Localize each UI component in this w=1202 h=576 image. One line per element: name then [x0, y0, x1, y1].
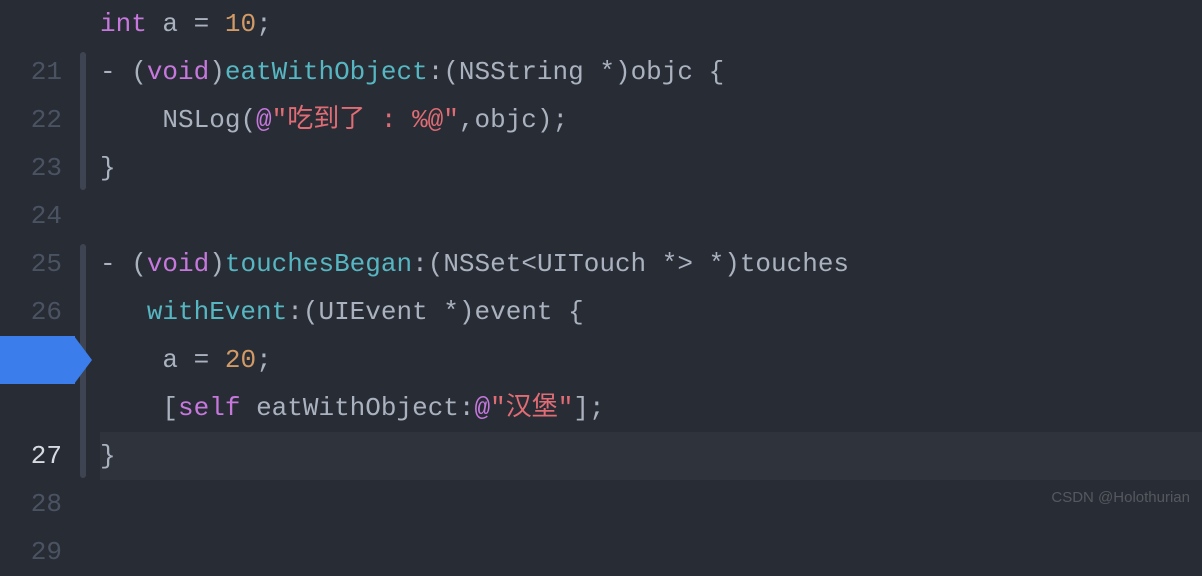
punct: ;: [256, 345, 272, 375]
code-line[interactable]: }: [100, 432, 1202, 480]
punct: (: [240, 105, 256, 135]
code-line[interactable]: NSLog(@"吃到了 : %@",objc);: [100, 96, 1202, 144]
string-literal: 吃到了 : %@: [287, 105, 443, 135]
self-keyword: self: [178, 393, 240, 423]
punct: ): [615, 57, 631, 87]
punct: (: [131, 57, 147, 87]
keyword: int: [100, 9, 147, 39]
string-quote: ": [558, 393, 574, 423]
punct: (: [443, 57, 459, 87]
method-name: touchesBegan: [225, 249, 412, 279]
line-number: 28: [0, 480, 62, 528]
identifier: objc: [475, 105, 537, 135]
code-line[interactable]: - (void)touchesBegan:(NSSet<UITouch *> *…: [100, 240, 1202, 288]
punct: ): [209, 249, 225, 279]
at-sign: @: [256, 105, 272, 135]
line-gutter: 20 21 22 23 24 25 26 27 28 29: [0, 0, 80, 518]
keyword: void: [147, 249, 209, 279]
line-number: 26: [0, 288, 62, 336]
punct: -: [100, 249, 131, 279]
punct: :: [412, 249, 428, 279]
punct: }: [100, 153, 116, 183]
number-literal: 10: [225, 9, 256, 39]
identifier: a: [147, 9, 194, 39]
punct: }: [100, 441, 116, 471]
line-number: 23: [0, 144, 62, 192]
code-line-breakpoint[interactable]: a = 20;: [100, 336, 1202, 384]
watermark-text: CSDN @Holothurian: [1051, 484, 1190, 512]
punct: ): [459, 297, 475, 327]
class-name: NSString: [459, 57, 599, 87]
operator: =: [194, 9, 210, 39]
method-call: eatWithObject: [256, 393, 459, 423]
fold-column: [80, 0, 92, 518]
identifier: a: [162, 345, 193, 375]
punct: ,: [459, 105, 475, 135]
punct: :: [428, 57, 444, 87]
line-number: 20: [0, 0, 62, 12]
line-number: 25: [0, 240, 62, 288]
punct: ): [209, 57, 225, 87]
number-literal: 20: [225, 345, 256, 375]
line-number: 29: [0, 528, 62, 576]
punct: (: [428, 249, 444, 279]
code-line[interactable]: - (void)eatWithObject:(NSString *)objc {: [100, 48, 1202, 96]
operator: *: [662, 249, 678, 279]
param-name: objc: [631, 57, 709, 87]
code-line-wrap[interactable]: withEvent:(UIEvent *)event {: [100, 288, 1202, 336]
punct: {: [709, 57, 725, 87]
param-name: event: [475, 297, 569, 327]
method-name: withEvent: [147, 297, 287, 327]
punct: ): [537, 105, 553, 135]
punct: [: [162, 393, 178, 423]
punct: ;: [553, 105, 569, 135]
code-area[interactable]: int a = 10; - (void)eatWithObject:(NSStr…: [92, 0, 1202, 518]
punct: :: [287, 297, 303, 327]
method-name: eatWithObject: [225, 57, 428, 87]
punct: ;: [589, 393, 605, 423]
operator: *: [599, 57, 615, 87]
operator: *: [443, 297, 459, 327]
punct: ]: [573, 393, 589, 423]
code-line[interactable]: [self eatWithObject:@"汉堡"];: [100, 384, 1202, 432]
code-editor[interactable]: 20 21 22 23 24 25 26 27 28 29 int a = 10…: [0, 0, 1202, 518]
code-line-empty[interactable]: [100, 192, 1202, 240]
punct: <: [521, 249, 537, 279]
line-number: 21: [0, 48, 62, 96]
keyword: void: [147, 57, 209, 87]
code-line[interactable]: int a = 10;: [100, 0, 1202, 48]
fold-marker[interactable]: [80, 52, 86, 190]
class-name: UITouch: [537, 249, 662, 279]
punct: :: [459, 393, 475, 423]
punct: (: [303, 297, 319, 327]
string-literal: 汉堡: [506, 393, 558, 423]
class-name: UIEvent: [318, 297, 443, 327]
punct: {: [568, 297, 584, 327]
punct: ;: [256, 9, 272, 39]
line-number: 22: [0, 96, 62, 144]
string-quote: ": [490, 393, 506, 423]
punct: (: [131, 249, 147, 279]
operator: =: [194, 345, 210, 375]
line-number: 24: [0, 192, 62, 240]
punct: -: [100, 57, 131, 87]
class-name: NSSet: [443, 249, 521, 279]
string-quote: ": [272, 105, 288, 135]
line-number-breakpoint[interactable]: 27: [0, 432, 62, 480]
punct: >: [677, 249, 708, 279]
at-sign: @: [475, 393, 491, 423]
punct: ): [724, 249, 740, 279]
string-quote: ": [443, 105, 459, 135]
code-line[interactable]: }: [100, 144, 1202, 192]
function-call: NSLog: [162, 105, 240, 135]
operator: *: [709, 249, 725, 279]
param-name: touches: [740, 249, 849, 279]
